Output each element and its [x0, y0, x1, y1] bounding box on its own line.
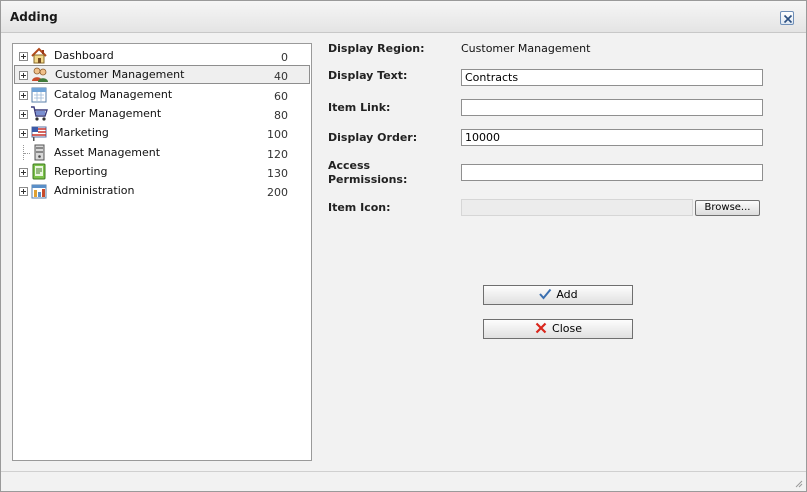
display-order-input[interactable] — [461, 129, 763, 146]
tree-node-label: Asset Management — [54, 146, 161, 159]
add-button[interactable]: Add — [483, 285, 633, 305]
tree-node-label: Administration — [54, 184, 135, 197]
display-region-label: Display Region: — [328, 42, 425, 55]
tree-node-asset-management[interactable]: Asset Management 120 — [14, 143, 310, 162]
tree-node-administration[interactable]: Administration 200 — [14, 181, 310, 200]
access-permissions-label: Access Permissions: — [328, 159, 407, 187]
expand-toggle[interactable] — [19, 110, 28, 119]
item-icon-file-field[interactable] — [461, 199, 693, 216]
tree-node-order: 120 — [267, 148, 288, 161]
adding-dialog: Adding Dashboard 0 Customer Management 4… — [0, 0, 807, 492]
expand-toggle[interactable] — [19, 71, 28, 80]
tree-node-label: Marketing — [54, 126, 109, 139]
tree-node-marketing[interactable]: Marketing 100 — [14, 123, 310, 142]
tree-node-label: Order Management — [54, 107, 162, 120]
tree-node-reporting[interactable]: Reporting 130 — [14, 162, 310, 181]
tree-node-order-management[interactable]: Order Management 80 — [14, 104, 310, 123]
dialog-close-button[interactable] — [780, 11, 794, 25]
expand-toggle[interactable] — [19, 129, 28, 138]
tree-node-order: 130 — [267, 167, 288, 180]
add-button-label: Add — [556, 288, 578, 301]
tree-node-catalog-management[interactable]: Catalog Management 60 — [14, 85, 310, 104]
server-icon — [30, 144, 48, 161]
tree-node-label: Catalog Management — [54, 88, 173, 101]
dialog-title: Adding — [10, 10, 58, 24]
access-permissions-label-line1: Access — [328, 159, 371, 172]
display-text-label: Display Text: — [328, 69, 408, 82]
footer-divider — [1, 471, 806, 472]
tree-node-order: 40 — [274, 70, 288, 83]
expand-toggle[interactable] — [19, 168, 28, 177]
checkmark-icon — [538, 287, 552, 301]
tree-node-label: Customer Management — [55, 68, 185, 81]
access-permissions-input[interactable] — [461, 164, 763, 181]
users-icon — [31, 66, 49, 83]
close-button[interactable]: Close — [483, 319, 633, 339]
admin-icon — [30, 182, 48, 199]
close-x-icon — [783, 14, 793, 24]
tree-node-order: 80 — [274, 109, 288, 122]
calendar-icon — [30, 86, 48, 103]
display-order-label: Display Order: — [328, 131, 418, 144]
tree-node-label: Reporting — [54, 165, 108, 178]
resize-grip-icon[interactable] — [793, 478, 803, 488]
display-region-tree: Dashboard 0 Customer Management 40 Catal… — [12, 43, 312, 461]
item-icon-label: Item Icon: — [328, 201, 391, 214]
cart-icon — [30, 105, 48, 122]
report-icon — [30, 163, 48, 180]
access-permissions-label-line2: Permissions: — [328, 173, 408, 186]
item-link-label: Item Link: — [328, 101, 391, 114]
tree-node-order: 0 — [281, 51, 288, 64]
title-bar: Adding — [1, 1, 806, 33]
expand-toggle[interactable] — [19, 91, 28, 100]
expand-toggle[interactable] — [19, 52, 28, 61]
tree-node-order: 200 — [267, 186, 288, 199]
tree-node-order: 60 — [274, 90, 288, 103]
display-text-input[interactable] — [461, 69, 763, 86]
tree-node-customer-management[interactable]: Customer Management 40 — [14, 65, 310, 84]
item-link-input[interactable] — [461, 99, 763, 116]
expand-toggle[interactable] — [19, 187, 28, 196]
display-region-value: Customer Management — [461, 42, 591, 55]
close-button-label: Close — [552, 322, 582, 335]
home-icon — [30, 47, 48, 64]
browse-button[interactable]: Browse... — [695, 200, 760, 216]
red-x-icon — [534, 321, 548, 335]
flag-icon — [30, 124, 48, 141]
tree-node-order: 100 — [267, 128, 288, 141]
tree-node-dashboard[interactable]: Dashboard 0 — [14, 46, 310, 65]
tree-node-label: Dashboard — [54, 49, 114, 62]
